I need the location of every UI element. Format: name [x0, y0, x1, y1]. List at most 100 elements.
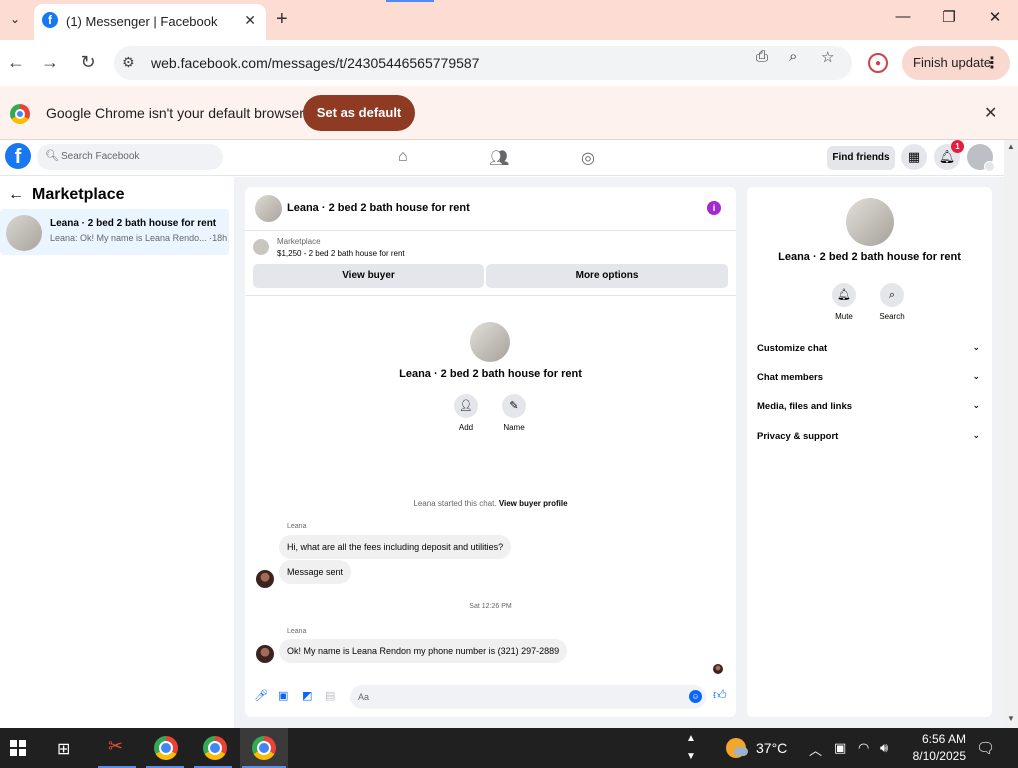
chat-profile-picture[interactable]	[470, 322, 510, 362]
name-button[interactable]: ✎ Name	[494, 394, 534, 432]
groups-icon[interactable]: ◎	[581, 148, 595, 168]
search-label: Search	[879, 312, 905, 321]
finish-update-label: Finish update	[913, 55, 992, 70]
snipping-tool-icon[interactable]: ✂	[108, 736, 123, 757]
privacy-support-row[interactable]: Privacy & support ⌄	[757, 430, 982, 442]
section-label: Chat members	[757, 372, 823, 383]
infobar-close-icon[interactable]: ✕	[984, 103, 997, 123]
new-tab-plus-icon[interactable]: +	[276, 8, 288, 31]
name-label: Name	[503, 423, 525, 432]
system-clock[interactable]: 6:56 AM 8/10/2025	[900, 731, 966, 765]
message-bubble[interactable]: Hi, what are all the fees including depo…	[279, 535, 512, 559]
task-view-icon[interactable]: ⊞	[57, 739, 70, 759]
conversation-thumbnail	[6, 215, 42, 251]
url-text[interactable]: web.facebook.com/messages/t/243054465657…	[151, 55, 479, 71]
windows-start-icon[interactable]	[10, 740, 26, 756]
chat-profile-name: Leana · 2 bed 2 bath house for rent	[399, 368, 582, 380]
facebook-search-input[interactable]: 🔍︎ Search Facebook	[37, 144, 223, 170]
chat-members-row[interactable]: Chat members ⌄	[757, 371, 982, 383]
message-bubble[interactable]: Ok! My name is Leana Rendon my phone num…	[279, 639, 568, 663]
bookmark-star-icon[interactable]: ☆	[821, 48, 834, 66]
home-icon[interactable]: ⌂	[398, 148, 408, 166]
clock-date: 8/10/2025	[912, 749, 966, 763]
chevron-down-icon: ⌄	[972, 342, 980, 352]
system-text: Leana started this chat.	[413, 499, 497, 508]
view-buyer-profile-link[interactable]: View buyer profile	[499, 499, 568, 508]
bell-icon: 🔔︎	[832, 283, 856, 307]
chevron-down-icon: ⌄	[972, 371, 980, 381]
chrome-taskbar-icon[interactable]	[252, 736, 276, 760]
window-close-icon[interactable]: ✕	[980, 8, 1010, 26]
back-arrow-icon[interactable]: ←	[8, 186, 24, 204]
media-files-links-row[interactable]: Media, files and links ⌄	[757, 400, 982, 412]
reload-icon[interactable]: ↻	[76, 52, 100, 73]
info-icon[interactable]: i	[707, 201, 721, 215]
tab-search-chevron-icon[interactable]: ⌄	[4, 8, 26, 30]
notification-center-icon[interactable]: 🗨︎	[976, 739, 995, 757]
finish-update-button[interactable]: Finish update ⋮	[902, 46, 1010, 80]
search-button[interactable]: ⌕ Search	[874, 283, 910, 321]
address-bar[interactable]: ⚙ web.facebook.com/messages/t/2430544656…	[114, 46, 852, 80]
conversation-item[interactable]: Leana · 2 bed 2 bath house for rent Lean…	[0, 209, 229, 255]
find-friends-button[interactable]: Find friends	[827, 146, 895, 170]
minimize-icon[interactable]: —	[888, 8, 918, 25]
like-thumb-icon[interactable]: 👍︎	[713, 687, 727, 703]
message-bubble[interactable]: Message sent	[279, 560, 352, 584]
conversation-preview: Leana: Ok! My name is Leana Rendo... ·18…	[50, 233, 228, 243]
listing-label: Marketplace	[277, 237, 321, 246]
sticker-icon[interactable]: ◩	[302, 689, 312, 702]
page-scrollbar[interactable]: ▲ ▼	[1004, 140, 1018, 728]
chrome-taskbar-icon[interactable]	[154, 736, 178, 760]
more-options-button[interactable]: More options	[486, 264, 728, 288]
profile-icon[interactable]: ●	[868, 53, 888, 73]
facebook-logo-icon[interactable]: f	[5, 143, 31, 169]
volume-icon[interactable]: 🔊︎	[880, 740, 888, 756]
gif-icon[interactable]: ▤	[325, 689, 335, 702]
chevron-down-icon: ⌄	[972, 430, 980, 440]
tab-messenger[interactable]: f (1) Messenger | Facebook ✕	[34, 4, 266, 40]
message-input[interactable]: Aa ☺	[350, 685, 706, 709]
meet-now-icon[interactable]: ▣	[834, 740, 846, 756]
emoji-icon[interactable]: ☺	[689, 690, 702, 703]
chrome-taskbar-icon[interactable]	[203, 736, 227, 760]
taskbar-scroll-icon[interactable]: ▲ ▼	[686, 730, 696, 766]
forward-arrow-icon[interactable]: →	[38, 52, 62, 73]
search-placeholder: Search Facebook	[61, 151, 140, 162]
more-menu-icon[interactable]: ⋮	[984, 53, 1000, 73]
show-hidden-icons-chevron-icon[interactable]: ︿	[809, 740, 822, 759]
photo-icon[interactable]: ▣	[278, 689, 288, 702]
site-info-icon[interactable]: ⚙	[122, 54, 135, 71]
chat-title[interactable]: Leana · 2 bed 2 bath house for rent	[287, 202, 470, 214]
wifi-icon[interactable]: ◠	[858, 740, 869, 756]
sender-avatar[interactable]	[256, 570, 274, 588]
add-label: Add	[458, 423, 474, 432]
tab-close-icon[interactable]: ✕	[244, 12, 256, 29]
section-label: Media, files and links	[757, 401, 853, 412]
temperature[interactable]: 37°C	[756, 740, 787, 756]
chat-header-thumbnail[interactable]	[255, 195, 282, 222]
back-arrow-icon[interactable]: ←	[4, 52, 28, 73]
friends-icon[interactable]: 👥︎	[489, 148, 509, 168]
menu-grid-icon[interactable]: ▦	[901, 144, 927, 170]
clock-time: 6:56 AM	[921, 732, 966, 746]
sender-avatar[interactable]	[256, 645, 274, 663]
install-app-icon[interactable]: ⎙	[756, 48, 768, 65]
zoom-icon[interactable]: ⌕	[789, 48, 797, 65]
facebook-favicon-icon: f	[42, 12, 58, 28]
scroll-down-icon[interactable]: ▼	[1007, 714, 1015, 723]
customize-chat-row[interactable]: Customize chat ⌄	[757, 342, 982, 354]
set-default-button[interactable]: Set as default	[303, 95, 415, 131]
windows-taskbar: ⊞ ✂ ▲ ▼ 37°C ︿ ▣ ◠ 🔊︎ 6:56 AM 8/10/2025 🗨…	[0, 728, 1018, 768]
chat-details-panel: Leana · 2 bed 2 bath house for rent 🔔︎ M…	[747, 187, 992, 717]
view-buyer-button[interactable]: View buyer	[253, 264, 484, 288]
add-button[interactable]: 👤︎ Add	[446, 394, 486, 432]
microphone-icon[interactable]: 🎤︎	[254, 689, 268, 702]
conversation-name: Leana · 2 bed 2 bath house for rent	[50, 218, 217, 229]
scroll-up-icon[interactable]: ▲	[1007, 142, 1015, 151]
chrome-logo-icon	[10, 104, 30, 124]
weather-icon[interactable]	[726, 738, 748, 758]
restore-icon[interactable]: ❐	[934, 8, 964, 26]
account-avatar[interactable]	[967, 144, 995, 172]
mute-button[interactable]: 🔔︎ Mute	[826, 283, 862, 321]
pencil-icon: ✎	[502, 394, 526, 418]
